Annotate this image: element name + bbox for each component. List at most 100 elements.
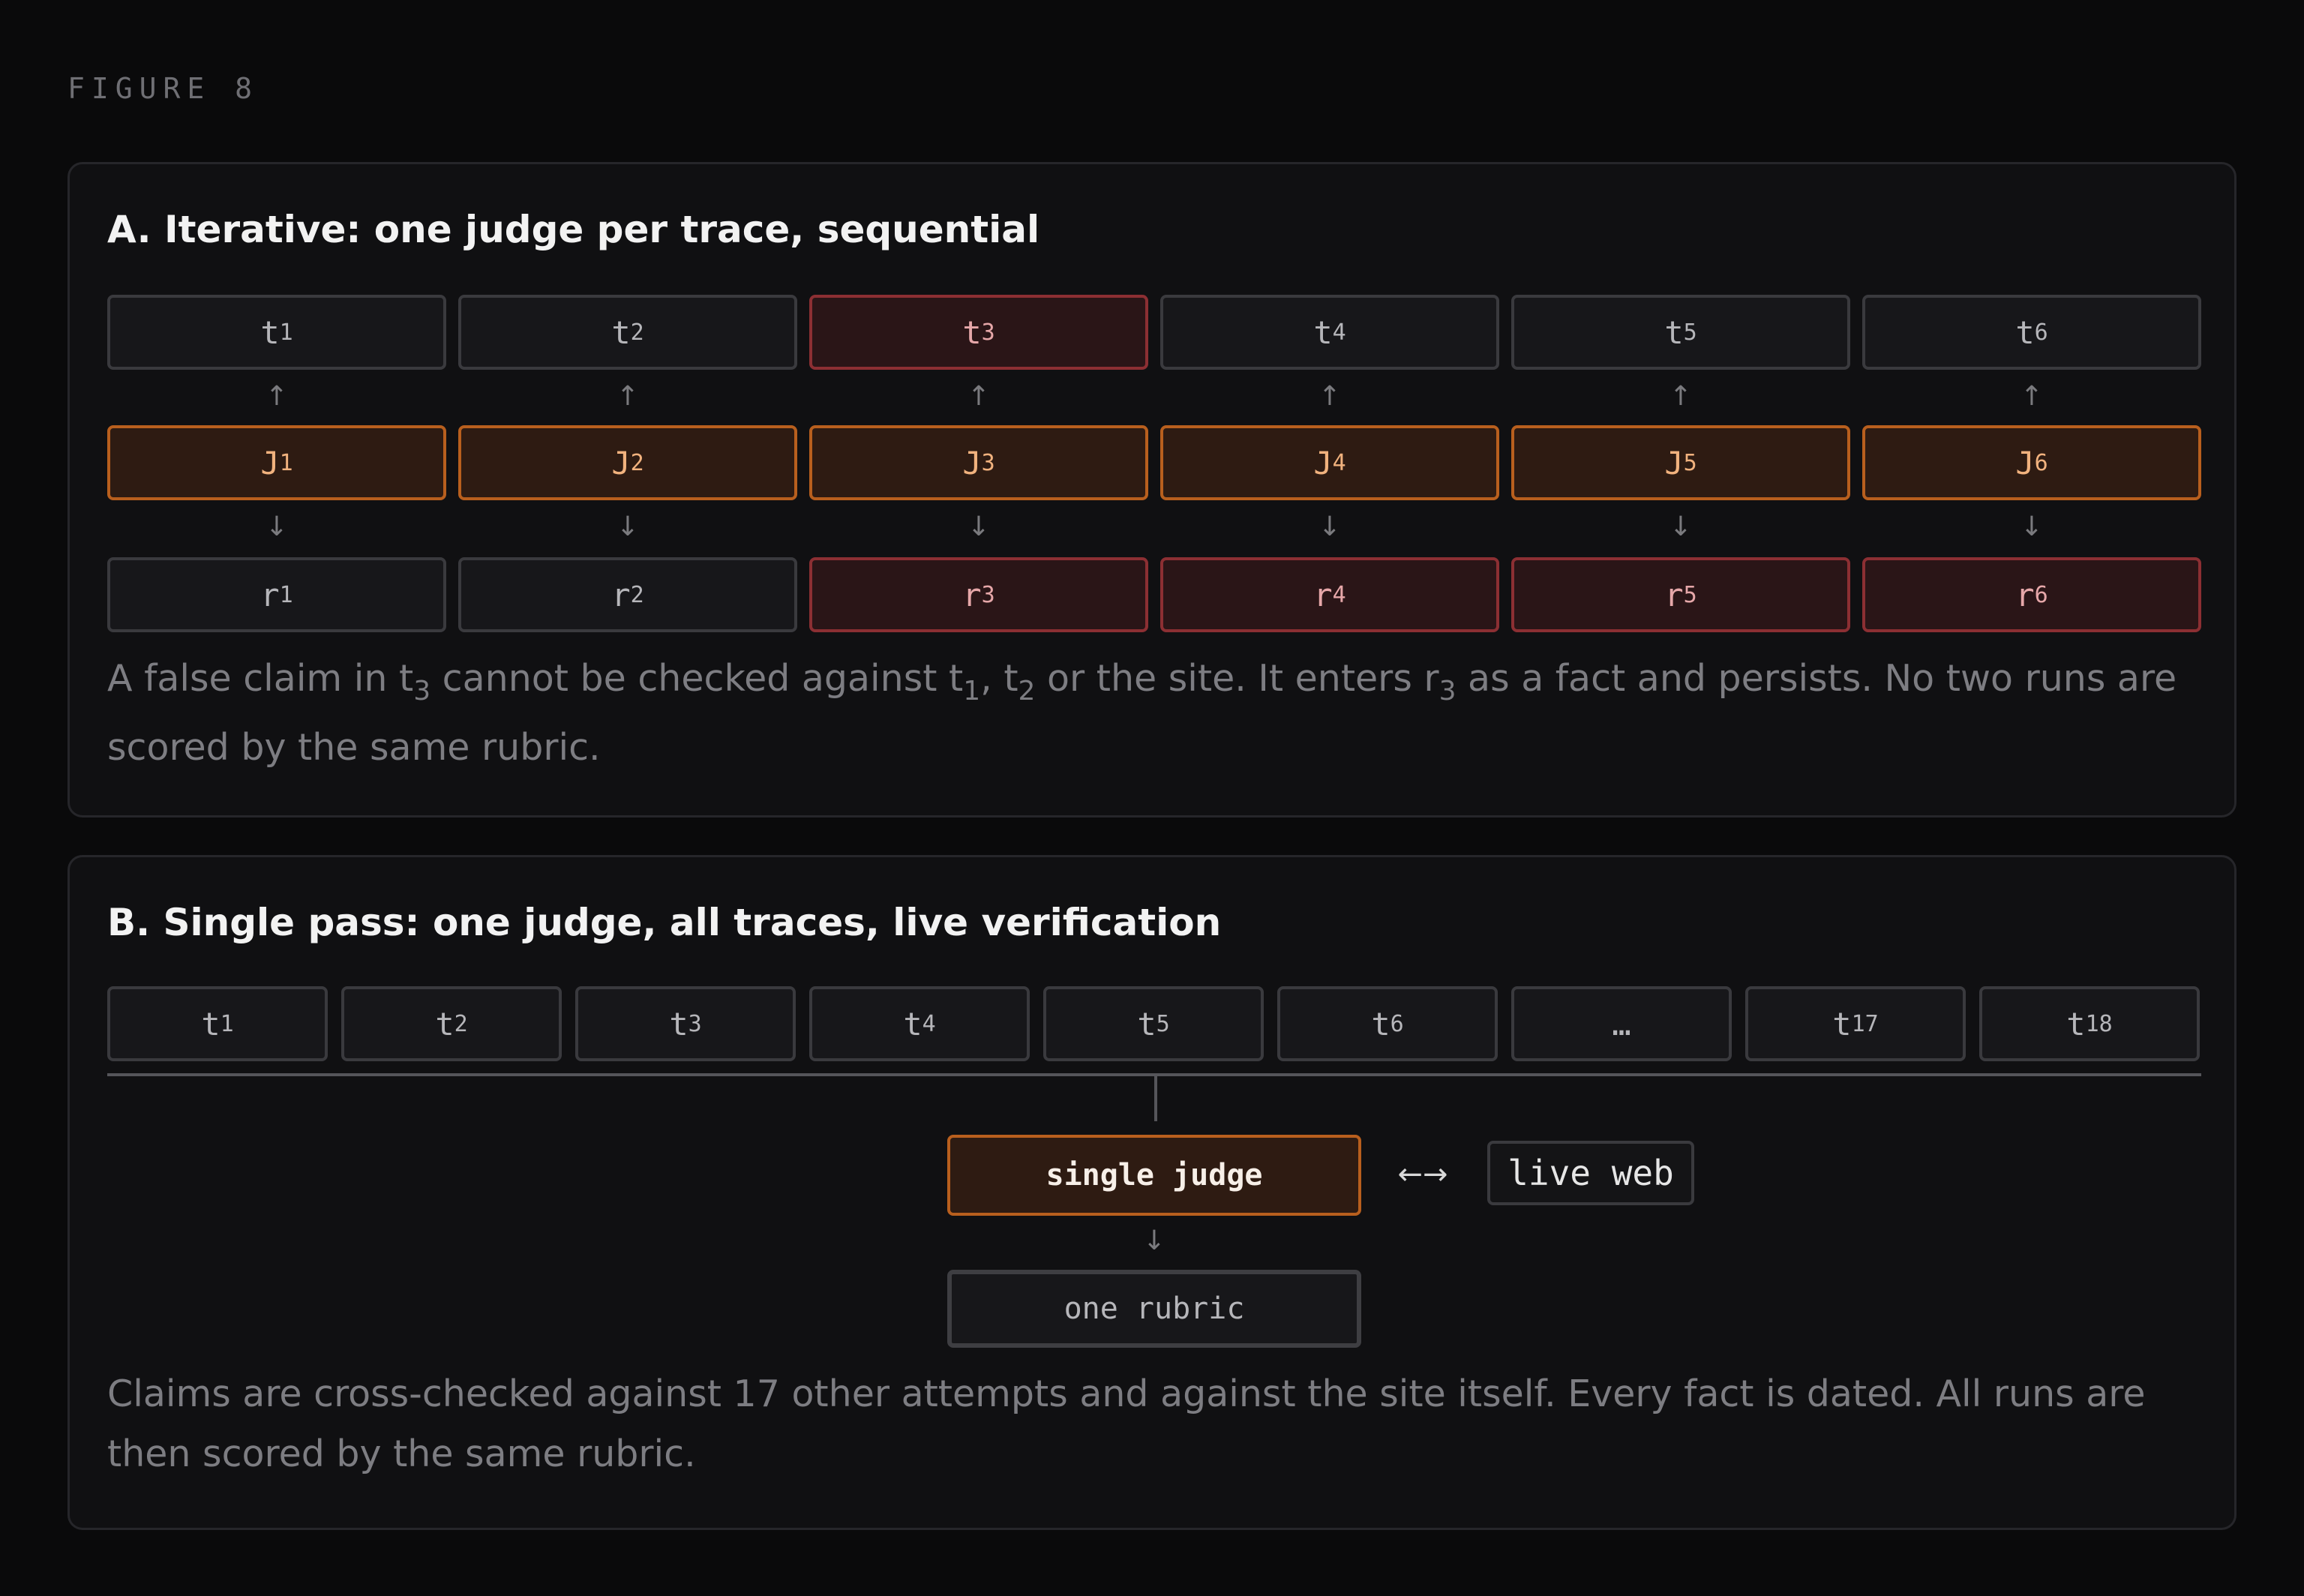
- ellipsis-trace-box: …: [1511, 986, 1732, 1061]
- judge-box: J6: [1862, 425, 2201, 500]
- down-arrow-icon: ↓: [2020, 512, 2044, 542]
- label-subscript: 2: [630, 319, 644, 346]
- trace-box: t4: [809, 986, 1030, 1061]
- label-base: t: [962, 314, 982, 351]
- panel-iterative: A. Iterative: one judge per trace, seque…: [68, 162, 2236, 818]
- trace-box: t6: [1277, 986, 1498, 1061]
- trace-box: t4: [1160, 295, 1499, 370]
- label-subscript: 4: [1332, 449, 1346, 476]
- label-subscript: 6: [2034, 449, 2048, 476]
- trace-box: t3: [809, 295, 1148, 370]
- judge-box: J5: [1511, 425, 1850, 500]
- label-base: t: [201, 1005, 220, 1042]
- caption-segment: 1: [963, 676, 981, 706]
- label-subscript: 1: [279, 581, 293, 608]
- label-base: t: [669, 1005, 688, 1042]
- up-arrow-icon: ↑: [1318, 381, 1342, 412]
- bidirectional-arrow-icon: ←→: [1397, 1157, 1448, 1192]
- label-base: r: [611, 576, 631, 614]
- figure-label: FIGURE 8: [68, 72, 260, 105]
- label-base: t: [903, 1005, 922, 1042]
- caption-segment: or the site. It enters r: [1035, 657, 1439, 700]
- panel-single-pass: B. Single pass: one judge, all traces, l…: [68, 855, 2236, 1530]
- trace-box: t 17: [1745, 986, 1966, 1061]
- label-base: …: [1612, 1005, 1631, 1042]
- caption-segment: 2: [1018, 676, 1036, 706]
- label-subscript: 5: [1683, 319, 1697, 346]
- label-subscript: 4: [1332, 319, 1346, 346]
- label-base: t: [2015, 314, 2035, 351]
- label-base: r: [962, 576, 982, 614]
- trace-box: t1: [107, 295, 446, 370]
- label-base: r: [1313, 576, 1333, 614]
- down-arrow-icon: ↓: [1318, 512, 1342, 542]
- label-base: J: [962, 444, 982, 482]
- label-base: t: [1137, 1005, 1156, 1042]
- label-subscript: 5: [1683, 581, 1697, 608]
- trace-box: t 18: [1979, 986, 2200, 1061]
- rubric-box: r3: [809, 557, 1148, 632]
- label-subscript: 5: [1156, 1010, 1170, 1037]
- label-base: t: [1832, 1005, 1852, 1042]
- caption-segment: 3: [1438, 676, 1456, 706]
- trace-box: t2: [458, 295, 797, 370]
- label-subscript: 18: [2085, 1010, 2113, 1037]
- down-arrow-icon: ↓: [1142, 1226, 1166, 1256]
- label-subscript: 2: [630, 449, 644, 476]
- panel-b-caption: Claims are cross-checked against 17 othe…: [107, 1372, 2146, 1475]
- up-arrow-icon: ↑: [967, 381, 991, 412]
- label-base: t: [1371, 1005, 1390, 1042]
- panel-a-title: A. Iterative: one judge per trace, seque…: [107, 208, 1040, 251]
- single-judge-box: single judge: [947, 1135, 1361, 1216]
- label-subscript: 6: [2034, 581, 2048, 608]
- label-subscript: 1: [220, 1010, 234, 1037]
- label-base: t: [435, 1005, 454, 1042]
- up-arrow-icon: ↑: [2020, 381, 2044, 412]
- label-subscript: 2: [630, 581, 644, 608]
- label-subscript: 5: [1683, 449, 1697, 476]
- label-subscript: 6: [2034, 319, 2048, 346]
- caption-segment: 3: [413, 676, 431, 706]
- trace-box: t6: [1862, 295, 2201, 370]
- label-base: t: [2066, 1005, 2086, 1042]
- label-base: J: [1664, 444, 1684, 482]
- bus-to-judge-connector: [1154, 1075, 1157, 1121]
- caption-segment: A false claim in t: [107, 657, 414, 700]
- trace-box: t3: [575, 986, 796, 1061]
- label-subscript: 4: [922, 1010, 936, 1037]
- label-base: t: [260, 314, 280, 351]
- judge-box: J2: [458, 425, 797, 500]
- panel-b-title: B. Single pass: one judge, all traces, l…: [107, 901, 1222, 944]
- caption-segment: cannot be checked against t: [430, 657, 964, 700]
- rubric-box: r1: [107, 557, 446, 632]
- trace-box: t5: [1043, 986, 1264, 1061]
- rubric-box: r6: [1862, 557, 2201, 632]
- down-arrow-icon: ↓: [967, 512, 991, 542]
- rubric-box: r5: [1511, 557, 1850, 632]
- label-subscript: 3: [981, 319, 995, 346]
- caption-segment: , t: [980, 657, 1018, 700]
- label-subscript: 1: [279, 449, 293, 476]
- down-arrow-icon: ↓: [265, 512, 289, 542]
- label-subscript: 3: [981, 449, 995, 476]
- up-arrow-icon: ↑: [265, 381, 289, 412]
- judge-box: J1: [107, 425, 446, 500]
- label-base: J: [611, 444, 631, 482]
- label-base: r: [260, 576, 280, 614]
- down-arrow-icon: ↓: [616, 512, 640, 542]
- rubric-box: r4: [1160, 557, 1499, 632]
- label-subscript: 3: [981, 581, 995, 608]
- down-arrow-icon: ↓: [1669, 512, 1693, 542]
- rubric-box: r2: [458, 557, 797, 632]
- label-base: J: [1313, 444, 1333, 482]
- label-subscript: 3: [688, 1010, 702, 1037]
- label-subscript: 1: [279, 319, 293, 346]
- label-base: J: [2015, 444, 2035, 482]
- up-arrow-icon: ↑: [616, 381, 640, 412]
- label-subscript: 4: [1332, 581, 1346, 608]
- trace-box: t5: [1511, 295, 1850, 370]
- live-web-box: live web: [1487, 1141, 1694, 1205]
- label-subscript: 17: [1851, 1010, 1879, 1037]
- panel-a-caption: A false claim in t3 cannot be checked ag…: [107, 644, 2207, 782]
- judge-box: J3: [809, 425, 1148, 500]
